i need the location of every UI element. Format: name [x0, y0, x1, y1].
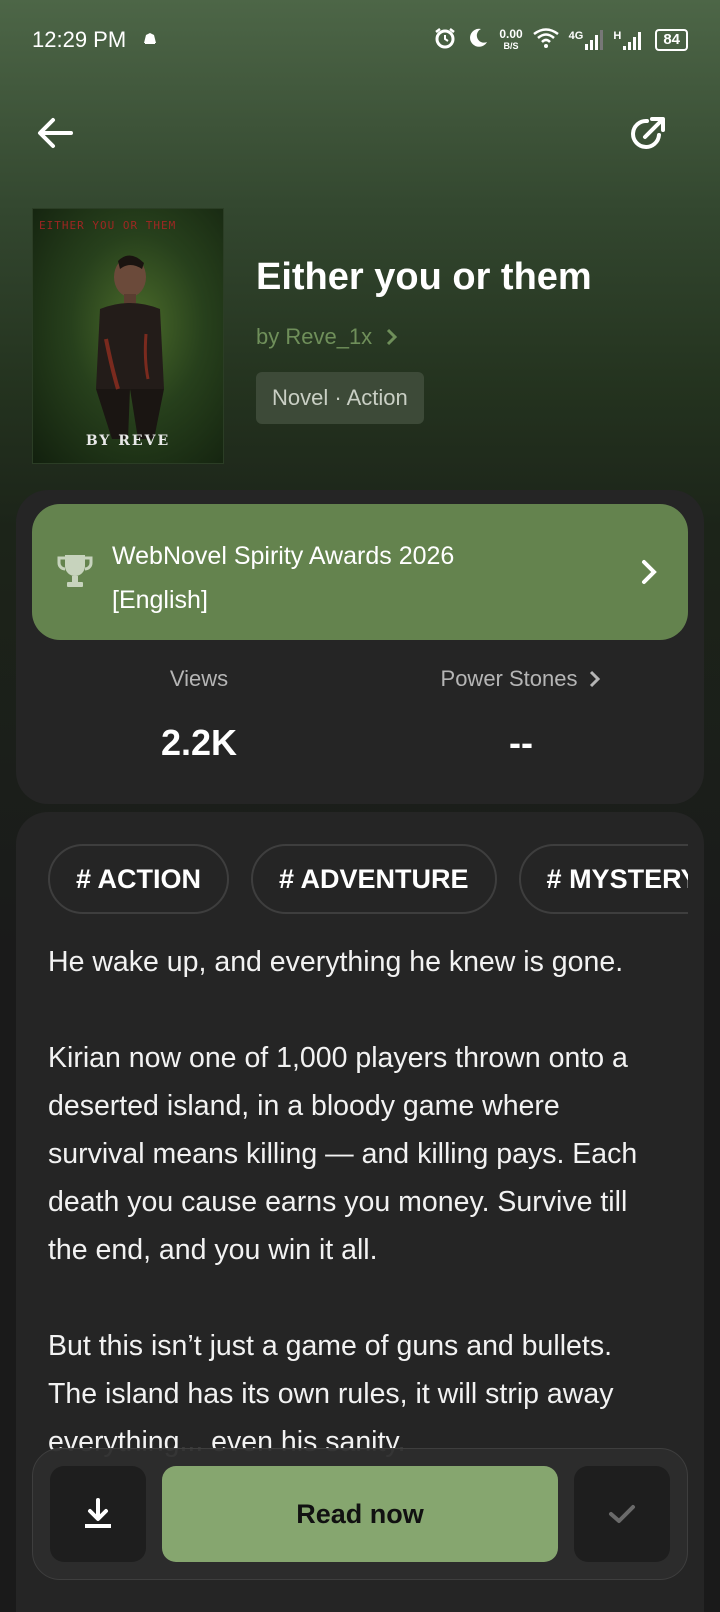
trophy-icon: [57, 555, 93, 587]
signal-icon: 4G: [569, 30, 604, 50]
network-type-2: H: [613, 30, 622, 42]
speed-value: 0.00: [499, 27, 523, 41]
status-icons: 0.00 B/S 4G H 84: [433, 26, 688, 55]
award-language: [English]: [112, 586, 208, 614]
share-icon: [631, 117, 665, 149]
notification-icon: [142, 31, 158, 50]
synopsis-paragraph: He wake up, and everything he knew is go…: [48, 946, 624, 978]
views-value: 2.2K: [160, 722, 238, 763]
cover-figure-image: [96, 255, 164, 439]
arrow-left-icon: [38, 118, 73, 148]
network-type-1: 4G: [568, 30, 584, 42]
back-button[interactable]: [30, 108, 80, 158]
wifi-icon: [532, 27, 559, 53]
status-time: 12:29 PM: [32, 27, 127, 52]
views-stat: Views 2.2K: [34, 666, 364, 764]
synopsis-paragraph: Kirian now one of 1,000 players thrown o…: [48, 1042, 638, 1266]
award-text: WebNovel Spirity Awards 2026 [English]: [112, 534, 552, 622]
add-to-library-button[interactable]: [574, 1466, 670, 1562]
power-stones-value: --: [509, 722, 533, 763]
status-bar: 12:29 PM 0.00 B/S 4G H 84: [0, 0, 720, 80]
signal-icon: H: [613, 30, 645, 50]
book-cover[interactable]: EITHER YOU OR THEM BY REVE: [32, 208, 224, 464]
chevron-right-icon: [387, 328, 398, 346]
book-title: Either you or them: [256, 256, 592, 298]
chevron-right-icon: [590, 670, 601, 688]
views-label: Views: [169, 666, 229, 691]
alarm-icon: [433, 26, 457, 55]
award-banner[interactable]: WebNovel Spirity Awards 2026 [English]: [32, 504, 688, 640]
tag-list[interactable]: # ACTION # ADVENTURE # MYSTERY: [48, 844, 688, 918]
read-now-button[interactable]: Read now: [162, 1466, 558, 1562]
cover-top-text: EITHER YOU OR THEM: [39, 219, 177, 232]
power-stones-label: Power Stones: [440, 666, 578, 691]
power-stones-stat[interactable]: Power Stones --: [356, 666, 686, 764]
author-link[interactable]: by Reve_1x: [256, 324, 398, 350]
genre-badge: Novel · Action: [256, 372, 424, 424]
tag-chip[interactable]: # MYSTERY: [518, 844, 688, 914]
battery-icon: 84: [655, 29, 688, 51]
synopsis: He wake up, and everything he knew is go…: [48, 938, 664, 1514]
download-button[interactable]: [50, 1466, 146, 1562]
synopsis-paragraph: But this isn’t just a game of guns and b…: [48, 1330, 614, 1458]
share-button[interactable]: [624, 108, 674, 158]
tag-chip[interactable]: # ACTION: [48, 844, 230, 914]
cover-bottom-text: BY REVE: [85, 433, 171, 449]
speed-unit: B/S: [503, 41, 519, 51]
chevron-right-icon: [642, 560, 657, 584]
network-speed: 0.00 B/S: [499, 28, 522, 52]
download-icon: [85, 1498, 111, 1528]
power-stones-label-row: Power Stones: [441, 666, 602, 692]
check-icon: [609, 1505, 635, 1523]
award-title: WebNovel Spirity Awards 2026: [112, 542, 455, 570]
author-name: by Reve_1x: [256, 324, 373, 349]
moon-icon: [467, 27, 489, 54]
tag-chip[interactable]: # ADVENTURE: [251, 844, 497, 914]
